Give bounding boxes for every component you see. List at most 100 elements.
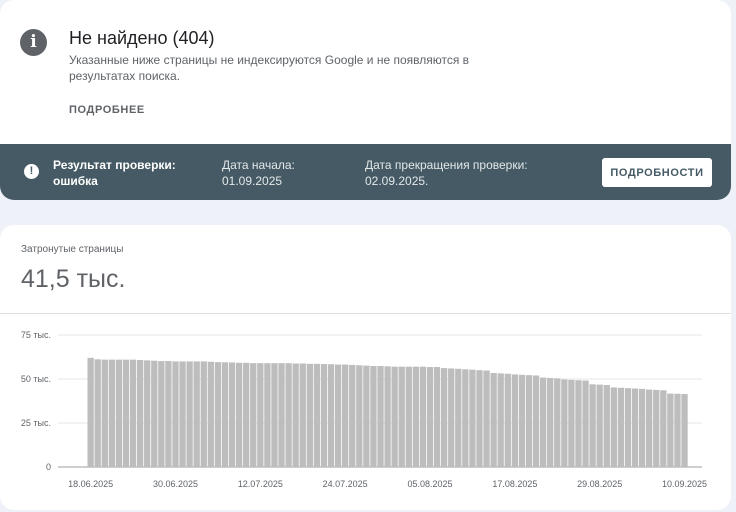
chart-bar[interactable] — [306, 363, 313, 467]
chart-bar[interactable] — [441, 368, 448, 467]
chart-bar[interactable] — [264, 363, 271, 467]
chart-bar[interactable] — [596, 384, 603, 467]
chart-bar[interactable] — [214, 362, 222, 467]
chart-bar[interactable] — [646, 389, 653, 467]
chart-bar[interactable] — [589, 384, 596, 467]
chart-bar[interactable] — [561, 379, 568, 467]
chart-bar[interactable] — [101, 359, 108, 467]
chart-bar[interactable] — [165, 361, 172, 467]
chart-bar[interactable] — [419, 366, 427, 467]
chart-bar[interactable] — [299, 363, 306, 467]
issue-card: i Не найдено (404) Указанные ниже страни… — [0, 0, 731, 200]
x-tick-label: 05.08.2025 — [407, 479, 452, 489]
chart-bar[interactable] — [638, 388, 646, 467]
chart-bar[interactable] — [547, 377, 554, 467]
chart-bar[interactable] — [122, 359, 130, 467]
chart-bar[interactable] — [320, 364, 328, 467]
issue-title: Не найдено (404) — [69, 28, 215, 48]
chart-bar[interactable] — [179, 361, 186, 467]
chart-bar[interactable] — [412, 366, 420, 467]
chart-bar[interactable] — [94, 359, 101, 467]
y-tick-label: 0 — [46, 462, 51, 472]
x-tick-label: 17.08.2025 — [492, 479, 537, 489]
chart-bar[interactable] — [285, 363, 292, 467]
chart-bar[interactable] — [235, 362, 243, 467]
chart-bar[interactable] — [610, 387, 617, 467]
chart-bar[interactable] — [193, 361, 200, 467]
validation-result: Результат проверки: ошибка — [53, 158, 176, 188]
chart-bar[interactable] — [653, 389, 660, 467]
info-icon: i — [20, 29, 47, 56]
chart-bar[interactable] — [257, 363, 264, 467]
chart-bar[interactable] — [377, 365, 384, 467]
validation-start-date: Дата начала: 01.09.2025 — [222, 158, 295, 188]
chart-bar[interactable] — [490, 373, 497, 467]
chart-bar[interactable] — [278, 363, 285, 467]
chart-bar[interactable] — [497, 373, 504, 467]
chart-bar[interactable] — [391, 366, 398, 467]
chart-bar[interactable] — [631, 388, 639, 467]
chart-bar[interactable] — [476, 370, 483, 467]
chart-bar[interactable] — [243, 362, 250, 467]
chart-bar[interactable] — [349, 364, 356, 467]
chart-bar[interactable] — [525, 375, 533, 467]
chart-bar[interactable] — [398, 366, 405, 467]
x-tick-label: 30.06.2025 — [153, 479, 198, 489]
chart-bar[interactable] — [624, 388, 632, 467]
chart-bar[interactable] — [681, 393, 688, 467]
chart-bar[interactable] — [172, 361, 179, 467]
chart-bar[interactable] — [327, 364, 335, 467]
chart-bar[interactable] — [115, 359, 123, 467]
chart-bar[interactable] — [603, 384, 610, 467]
chart-bar[interactable] — [136, 359, 144, 467]
chart-bar[interactable] — [433, 367, 441, 467]
chart-bar[interactable] — [228, 362, 236, 467]
chart-bar[interactable] — [129, 359, 137, 467]
chart-bar[interactable] — [250, 363, 257, 467]
learn-more-link[interactable]: ПОДРОБНЕЕ — [69, 104, 145, 116]
chart-bar[interactable] — [144, 360, 151, 467]
chart-bar[interactable] — [575, 380, 582, 467]
chart-bar[interactable] — [667, 393, 674, 467]
chart-bar[interactable] — [186, 361, 193, 467]
validation-status-bar: ! Результат проверки: ошибка Дата начала… — [0, 144, 731, 200]
chart-bar[interactable] — [660, 390, 667, 467]
chart-bar[interactable] — [151, 360, 158, 467]
y-tick-label: 50 тыс. — [21, 374, 51, 384]
validation-end-date: Дата прекращения проверки: 02.09.2025. — [365, 158, 528, 188]
chart-bar[interactable] — [271, 363, 278, 467]
x-tick-label: 18.06.2025 — [68, 479, 113, 489]
chart-bar[interactable] — [426, 367, 434, 467]
chart-bar[interactable] — [455, 368, 462, 467]
chart-bar[interactable] — [207, 361, 214, 467]
chart-bar[interactable] — [221, 362, 229, 467]
chart-bar[interactable] — [462, 369, 469, 467]
chart-bar[interactable] — [483, 370, 490, 467]
chart-bar[interactable] — [108, 359, 116, 467]
chart-bar[interactable] — [158, 361, 165, 467]
chart-bar[interactable] — [334, 364, 342, 467]
chart-bar[interactable] — [292, 363, 299, 467]
chart-bar[interactable] — [405, 366, 412, 467]
chart-bar[interactable] — [313, 363, 321, 467]
chart-bar[interactable] — [469, 369, 476, 467]
chart-bar[interactable] — [539, 377, 547, 467]
chart-bar[interactable] — [356, 365, 363, 467]
chart-bar[interactable] — [200, 361, 207, 467]
chart-bar[interactable] — [532, 375, 540, 467]
chart-bar[interactable] — [370, 365, 377, 467]
chart-bar[interactable] — [342, 364, 349, 467]
chart-bar[interactable] — [617, 387, 625, 467]
chart-bar[interactable] — [448, 368, 455, 467]
chart-bar[interactable] — [568, 379, 575, 467]
chart-bar[interactable] — [511, 374, 518, 467]
chart-bar[interactable] — [518, 374, 526, 467]
chart-bar[interactable] — [554, 378, 561, 467]
details-button[interactable]: ПОДРОБНОСТИ — [602, 158, 712, 187]
chart-bar[interactable] — [363, 365, 370, 467]
chart-bar[interactable] — [504, 373, 511, 467]
chart-bar[interactable] — [582, 380, 589, 467]
chart-bar[interactable] — [87, 357, 94, 467]
chart-bar[interactable] — [384, 366, 391, 467]
chart-bar[interactable] — [674, 393, 681, 467]
